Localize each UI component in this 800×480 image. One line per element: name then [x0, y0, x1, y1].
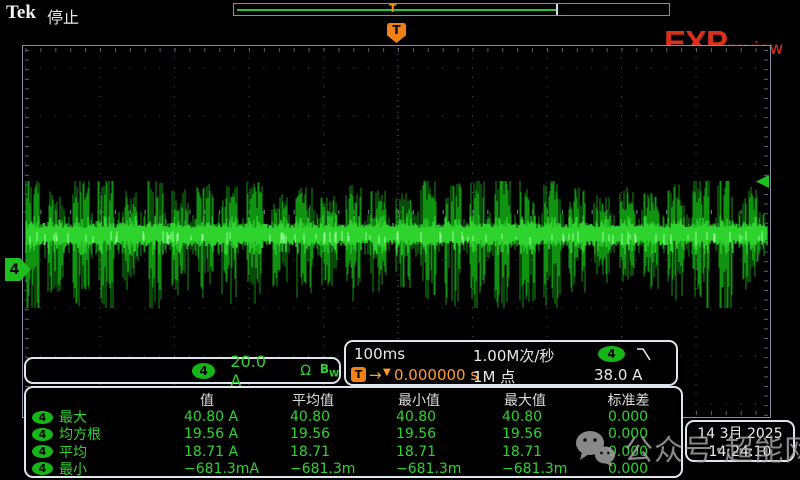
- trigger-delay-readout: 0.000000 s: [394, 366, 478, 384]
- trigger-source-badge: 4: [598, 346, 625, 362]
- measurement-header-row: 值 平均值 最小值 最大值 标准差: [26, 390, 681, 407]
- record-length-readout: 1M 点: [473, 366, 515, 387]
- channel4-scale: 20.0 A: [230, 352, 275, 390]
- wechat-icon: [574, 429, 616, 467]
- trigger-t-icon: T: [351, 367, 366, 382]
- watermark: 公众号·超能网: [574, 427, 800, 469]
- channel4-readout-box[interactable]: 4 20.0 A Ω BW: [24, 357, 341, 384]
- record-overview-bar[interactable]: T: [233, 3, 670, 16]
- delay-marker-icon: ▼: [383, 367, 391, 378]
- acquisition-status: 停止: [47, 4, 79, 28]
- watermark-text: 公众号·超能网: [624, 427, 800, 469]
- delay-arrow-icon: →: [369, 366, 382, 384]
- channel4-badge: 4: [32, 462, 53, 475]
- channel4-badge: 4: [192, 363, 215, 379]
- horizontal-trigger-readout-box[interactable]: 100ms 1.00M次/秒 4 T → ▼ 0.000000 s 1M 点 3…: [344, 340, 678, 386]
- tek-logo: Tek: [6, 2, 36, 24]
- channel4-badge: 4: [32, 411, 53, 424]
- channel4-badge: 4: [32, 428, 53, 441]
- trigger-position-icon[interactable]: T: [387, 23, 406, 43]
- falling-edge-slope-icon: [636, 347, 652, 362]
- zoom-window-bracket: [556, 4, 558, 15]
- impedance-icon: Ω: [300, 363, 311, 379]
- sample-rate-readout: 1.00M次/秒: [473, 345, 554, 366]
- measurement-row-max: 4最大 40.80 A 40.80 40.80 40.80 0.000: [26, 407, 681, 424]
- oscilloscope-screen: Tek 停止 T T EXPreview 4 4 20.0 A Ω BW 100…: [0, 0, 800, 480]
- bandwidth-icon: BW: [320, 362, 339, 379]
- trigger-level-readout: 38.0 A: [594, 366, 642, 384]
- trigger-position-mini-icon: T: [389, 2, 397, 15]
- timebase-readout: 100ms: [354, 345, 405, 363]
- channel4-badge: 4: [32, 445, 53, 458]
